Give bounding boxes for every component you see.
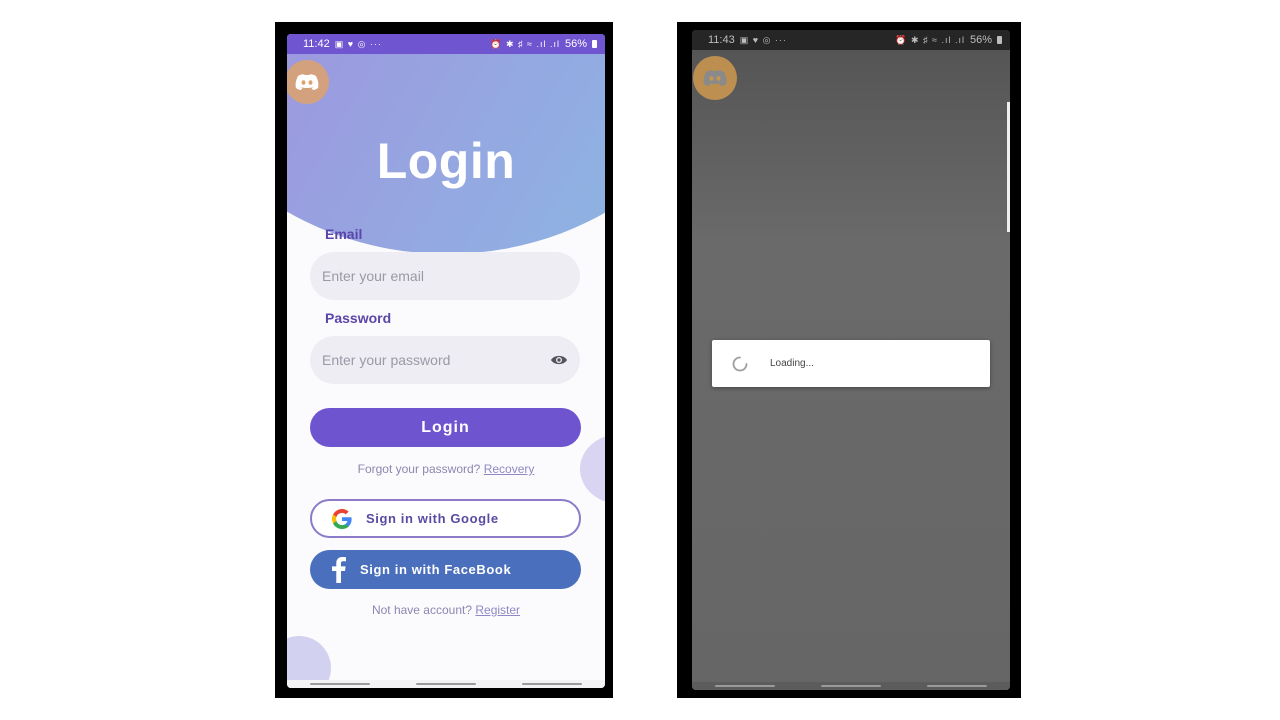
status-bar: 11:43 ▣ ♥ ◎ ··· ⏰ ✱ ♯ ≈ .ıl .ıl 56% bbox=[692, 30, 1010, 50]
status-system-icons: ⏰ ✱ ♯ ≈ .ıl .ıl bbox=[895, 34, 965, 45]
discord-icon[interactable] bbox=[287, 60, 329, 104]
forgot-password-row: Forgot your password? Recovery bbox=[287, 462, 605, 476]
status-bar: 11:42 ▣ ♥ ◎ ··· ⏰ ✱ ♯ ≈ .ıl .ıl 56% bbox=[287, 34, 605, 54]
google-icon bbox=[332, 508, 352, 529]
navigation-bar bbox=[692, 682, 1010, 690]
battery-level: 56% bbox=[969, 34, 992, 46]
loading-dialog: Loading... bbox=[712, 340, 990, 387]
decorative-circle bbox=[580, 434, 605, 504]
login-button[interactable]: Login bbox=[310, 408, 581, 447]
google-sign-in-button[interactable]: Sign in with Google bbox=[310, 499, 581, 538]
status-system-icons: ⏰ ✱ ♯ ≈ .ıl .ıl bbox=[490, 38, 560, 49]
forgot-text: Forgot your password? bbox=[357, 462, 481, 476]
email-field[interactable]: Enter your email bbox=[310, 252, 580, 300]
status-time: 11:43 bbox=[708, 34, 735, 46]
eye-icon[interactable] bbox=[550, 354, 568, 366]
nav-recents-button[interactable] bbox=[715, 685, 775, 687]
nav-back-button[interactable] bbox=[927, 685, 987, 687]
register-row: Not have account? Register bbox=[287, 603, 605, 617]
phone-frame-right: 11:43 ▣ ♥ ◎ ··· ⏰ ✱ ♯ ≈ .ıl .ıl 56% Load… bbox=[677, 22, 1021, 698]
status-time: 11:42 bbox=[303, 38, 330, 50]
page-title: Login bbox=[376, 133, 516, 189]
loading-text: Loading... bbox=[770, 358, 814, 369]
battery-level: 56% bbox=[564, 38, 587, 50]
nav-recents-button[interactable] bbox=[310, 683, 370, 685]
loading-screen: 11:43 ▣ ♥ ◎ ··· ⏰ ✱ ♯ ≈ .ıl .ıl 56% Load… bbox=[692, 30, 1010, 690]
nav-home-button[interactable] bbox=[821, 685, 881, 687]
facebook-button-label: Sign in with FaceBook bbox=[360, 562, 512, 577]
spinner-icon bbox=[732, 356, 748, 371]
discord-glyph-icon bbox=[703, 70, 727, 86]
email-label: Email bbox=[325, 226, 363, 242]
password-placeholder: Enter your password bbox=[322, 352, 451, 368]
password-label: Password bbox=[325, 310, 392, 326]
nav-back-button[interactable] bbox=[522, 683, 582, 685]
recovery-link[interactable]: Recovery bbox=[484, 462, 535, 476]
password-field[interactable]: Enter your password bbox=[310, 336, 580, 384]
navigation-bar bbox=[287, 680, 605, 688]
nav-home-button[interactable] bbox=[416, 683, 476, 685]
email-placeholder: Enter your email bbox=[322, 268, 424, 284]
battery-icon bbox=[997, 36, 1002, 44]
status-notification-icons: ▣ ♥ ◎ ··· bbox=[739, 34, 787, 45]
facebook-sign-in-button[interactable]: Sign in with FaceBook bbox=[310, 550, 581, 589]
status-notification-icons: ▣ ♥ ◎ ··· bbox=[334, 38, 382, 49]
discord-glyph-icon bbox=[295, 74, 319, 90]
register-link[interactable]: Register bbox=[475, 603, 520, 617]
register-text: Not have account? bbox=[371, 603, 473, 617]
phone-frame-left: 11:42 ▣ ♥ ◎ ··· ⏰ ✱ ♯ ≈ .ıl .ıl 56% Logi… bbox=[275, 22, 613, 698]
facebook-icon bbox=[332, 556, 346, 583]
discord-icon bbox=[693, 56, 737, 100]
battery-icon bbox=[592, 40, 597, 48]
scrollbar bbox=[1007, 102, 1010, 232]
google-button-label: Sign in with Google bbox=[366, 511, 499, 526]
login-screen: 11:42 ▣ ♥ ◎ ··· ⏰ ✱ ♯ ≈ .ıl .ıl 56% Logi… bbox=[287, 34, 605, 688]
